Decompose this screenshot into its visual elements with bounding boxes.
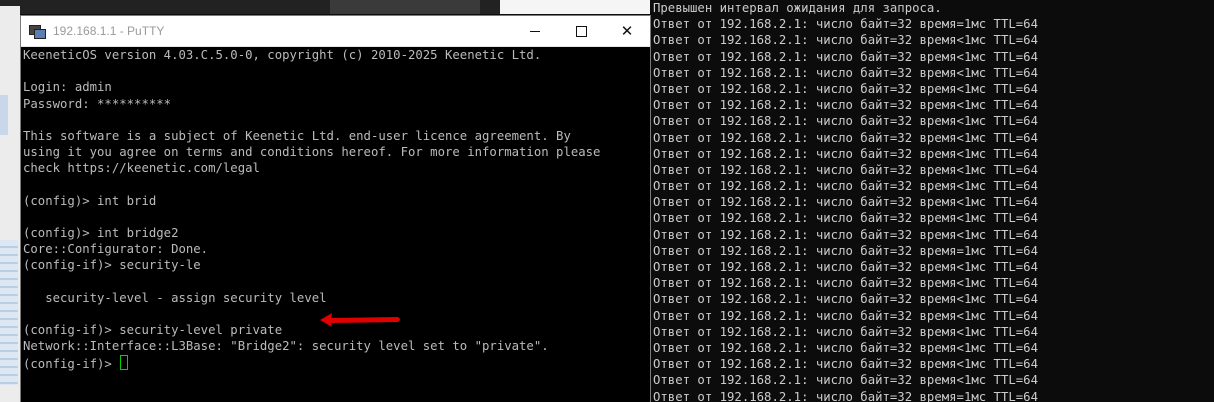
cmd-output-line: Ответ от 192.168.2.1: число байт=32 врем… <box>653 276 1038 291</box>
putty-icon[interactable] <box>29 23 46 39</box>
putty-titlebar[interactable]: 192.168.1.1 - PuTTY ✕ <box>21 16 650 47</box>
cmd-output-line: Ответ от 192.168.2.1: число байт=32 врем… <box>653 357 1038 372</box>
close-button[interactable]: ✕ <box>604 16 650 46</box>
terminal-line: Core::Configurator: Done. <box>23 242 209 257</box>
minimize-icon <box>530 30 540 32</box>
cmd-output-line: Превышен интервал ожидания для запроса. <box>653 1 942 15</box>
window-controls: ✕ <box>512 16 650 46</box>
terminal-line: check https://keenetic.com/legal <box>23 161 260 176</box>
terminal-line: (config-if)> security-le <box>23 258 201 273</box>
cmd-output-line: Ответ от 192.168.2.1: число байт=32 врем… <box>653 130 1038 145</box>
background-window-strip <box>0 0 20 402</box>
cmd-output-line: Ответ от 192.168.2.1: число байт=32 врем… <box>653 49 1038 64</box>
red-arrow-annotation <box>320 313 400 327</box>
cmd-output-line: Ответ от 192.168.2.1: число байт=32 врем… <box>653 260 1038 274</box>
maximize-icon <box>575 25 587 37</box>
cmd-output-line: Ответ от 192.168.2.1: число байт=32 врем… <box>653 195 1038 210</box>
maximize-button[interactable] <box>558 16 604 46</box>
background-dark-bar <box>0 0 20 6</box>
cmd-output-line: Ответ от 192.168.2.1: число байт=32 врем… <box>653 114 1038 129</box>
cmd-output-line: Ответ от 192.168.2.1: число байт=32 врем… <box>653 373 1038 388</box>
terminal-line: KeeneticOS version 4.03.C.5.0-0, copyrig… <box>23 48 542 62</box>
cmd-output-line: Ответ от 192.168.2.1: число байт=32 врем… <box>653 211 1038 226</box>
background-window-top <box>20 0 650 14</box>
background-window-white <box>500 0 650 14</box>
terminal-line: This software is a subject of Keenetic L… <box>23 128 571 143</box>
cmd-output-line: Ответ от 192.168.2.1: число байт=32 врем… <box>653 389 1038 402</box>
cmd-output-line: Ответ от 192.168.2.1: число байт=32 врем… <box>653 179 1038 194</box>
putty-terminal[interactable]: KeeneticOS version 4.03.C.5.0-0, copyrig… <box>21 47 650 402</box>
terminal-line: (config-if)> <box>23 354 650 371</box>
terminal-line: (config)> int bridge2 <box>23 226 179 241</box>
cmd-output-line: Ответ от 192.168.2.1: число байт=32 врем… <box>653 162 1038 177</box>
background-blue-block <box>0 95 8 135</box>
putty-window[interactable]: 192.168.1.1 - PuTTY ✕ KeeneticOS version… <box>20 15 651 402</box>
terminal-line: Password: ********** <box>23 96 172 111</box>
terminal-line: Network::Interface::L3Base: "Bridge2": s… <box>23 339 549 354</box>
terminal-cursor <box>120 354 129 370</box>
terminal-line: security-level - assign security level <box>23 290 327 305</box>
cmd-output-line: Ответ от 192.168.2.1: число байт=32 врем… <box>653 340 1038 355</box>
window-title: 192.168.1.1 - PuTTY <box>53 24 165 38</box>
cmd-output-line: Ответ от 192.168.2.1: число байт=32 врем… <box>653 227 1038 242</box>
minimize-button[interactable] <box>512 16 558 46</box>
cmd-output-line: Ответ от 192.168.2.1: число байт=32 врем… <box>653 33 1038 48</box>
terminal-line: (config)> int brid <box>23 193 157 208</box>
cmd-output-line: Ответ от 192.168.2.1: число байт=32 врем… <box>653 65 1038 80</box>
terminal-line: Login: admin <box>23 80 112 95</box>
terminal-line: using it you agree on terms and conditio… <box>23 145 601 160</box>
cmd-output-line: Ответ от 192.168.2.1: число байт=32 врем… <box>653 324 1038 339</box>
cmd-output-line: Ответ от 192.168.2.1: число байт=32 врем… <box>653 308 1038 323</box>
cmd-output-line: Ответ от 192.168.2.1: число байт=32 врем… <box>653 81 1038 96</box>
cmd-output-line: Ответ от 192.168.2.1: число байт=32 врем… <box>653 17 1038 32</box>
cmd-console[interactable]: Превышен интервал ожидания для запроса. О… <box>651 0 1214 402</box>
cmd-output-line: Ответ от 192.168.2.1: число байт=32 врем… <box>653 146 1038 161</box>
cmd-output-line: Ответ от 192.168.2.1: число байт=32 врем… <box>653 98 1038 113</box>
background-window-gray <box>330 0 480 14</box>
cmd-output-line: Ответ от 192.168.2.1: число байт=32 врем… <box>653 243 1038 258</box>
close-icon: ✕ <box>620 21 634 40</box>
background-list-block <box>0 240 18 385</box>
cmd-output-line: Ответ от 192.168.2.1: число байт=32 врем… <box>653 292 1038 307</box>
